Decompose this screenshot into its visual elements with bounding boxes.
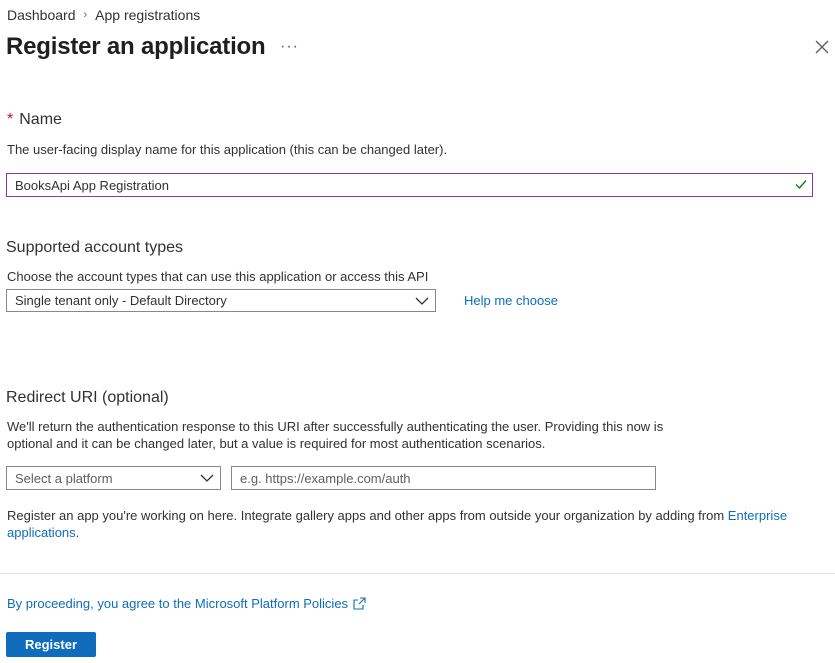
redirect-uri-heading: Redirect URI (optional) (6, 389, 169, 406)
name-label-text: Name (19, 111, 62, 128)
gallery-note-suffix: . (75, 525, 80, 540)
platform-policies-text: By proceeding, you agree to the Microsof… (7, 596, 349, 611)
checkmark-icon (795, 180, 807, 190)
chevron-down-icon (200, 474, 214, 482)
enterprise-link-line1: Enterprise (727, 508, 788, 523)
account-types-dropdown[interactable]: Single tenant only - Default Directory (6, 289, 436, 312)
platform-policies-link[interactable]: By proceeding, you agree to the Microsof… (7, 596, 366, 611)
external-link-icon (353, 597, 366, 610)
platform-dropdown[interactable]: Select a platform (6, 466, 221, 490)
redirect-uri-placeholder: e.g. https://example.com/auth (240, 470, 411, 486)
breadcrumb-app-registrations[interactable]: App registrations (95, 7, 200, 23)
redirect-uri-input[interactable]: e.g. https://example.com/auth (231, 466, 656, 490)
account-types-heading: Supported account types (6, 239, 184, 256)
footer-divider (0, 573, 835, 574)
breadcrumb-dashboard[interactable]: Dashboard (7, 7, 76, 23)
redirect-description-line2: optional and it can be changed later, bu… (7, 436, 546, 451)
redirect-description-line1: We'll return the authentication response… (7, 419, 664, 434)
more-options-icon[interactable]: ··· (280, 38, 299, 56)
breadcrumb: Dashboard › App registrations (7, 7, 200, 23)
chevron-down-icon (415, 297, 429, 305)
name-input[interactable]: BooksApi App Registration (6, 173, 813, 197)
gallery-note: Register an app you're working on here. … (7, 507, 807, 541)
name-description: The user-facing display name for this ap… (7, 142, 448, 157)
page-title: Register an application (6, 33, 266, 60)
account-types-selected: Single tenant only - Default Directory (15, 293, 227, 308)
enterprise-link-line2: applications (7, 525, 76, 540)
name-label: * Name (7, 111, 62, 129)
name-input-value: BooksApi App Registration (15, 177, 169, 193)
platform-placeholder: Select a platform (15, 470, 113, 486)
close-icon[interactable] (815, 40, 829, 54)
chevron-right-icon: › (83, 9, 88, 21)
gallery-note-text: Register an app you're working on here. … (7, 508, 728, 523)
register-button[interactable]: Register (6, 632, 96, 657)
account-types-description: Choose the account types that can use th… (7, 269, 429, 284)
help-me-choose-link[interactable]: Help me choose (464, 293, 558, 308)
required-marker: * (7, 111, 14, 128)
